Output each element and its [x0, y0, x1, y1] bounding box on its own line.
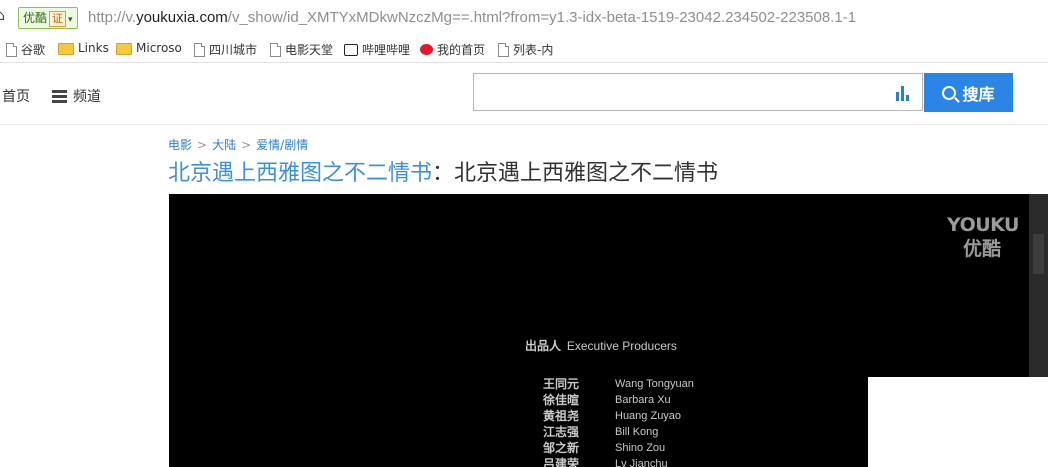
url-field[interactable]: http://v.youkuxia.com/v_show/id_XMTYxMDk… — [88, 9, 856, 26]
search-icon — [942, 85, 957, 100]
credit-name-en: Bill Kong — [615, 426, 659, 438]
credit-name-cn: 黄祖尧 — [543, 409, 580, 423]
bookmark-label: 四川城市 — [209, 43, 258, 57]
url-domain: youkuxia.com — [136, 9, 228, 26]
folder-icon — [116, 43, 132, 55]
page-title: 北京遇上西雅图之不二情书：北京遇上西雅图之不二情书 — [168, 155, 718, 187]
bookmarks-bar: 谷歌 Links Microso 四川城市 电影天堂 哔哩哔哩 我的首页 列表-… — [0, 38, 1048, 63]
chevron-down-icon: ▾ — [68, 15, 73, 25]
credit-name-en: Lv Jianchu — [615, 458, 668, 467]
verified-icon: 证 — [49, 11, 67, 27]
bookmark-microsoft[interactable]: Microso — [116, 41, 182, 55]
bookmark-sichuan[interactable]: 四川城市 — [194, 41, 257, 58]
bookmark-google[interactable]: 谷歌 — [6, 41, 45, 58]
credit-row: 黄祖尧 Huang Zuyao — [543, 408, 694, 424]
breadcrumb: 电影 > 大陆 > 爱情/剧情 — [168, 136, 308, 153]
credit-row: 邹之新 Shino Zou — [543, 440, 694, 456]
nav-channel-label: 频道 — [73, 89, 101, 105]
credit-name-cn: 徐佳暄 — [543, 393, 580, 407]
bookmark-label: Links — [78, 41, 109, 55]
chevron-right-icon: > — [197, 137, 208, 152]
search-button-label: 搜库 — [962, 84, 995, 104]
logo-text-en: YOUKU — [947, 214, 1019, 236]
site-badge-label: 优酷 — [23, 11, 48, 25]
title-separator: ： — [432, 161, 455, 186]
url-prefix: http://v. — [88, 9, 137, 26]
bookmark-label: Microso — [136, 41, 182, 55]
bookmark-label: 电影天堂 — [285, 43, 334, 57]
page-icon — [270, 42, 281, 57]
scrollbar-thumb[interactable] — [1033, 234, 1044, 274]
nav-home-link[interactable]: 首页 — [2, 86, 30, 106]
credit-name-en: Barbara Xu — [615, 394, 671, 406]
search-box — [473, 73, 923, 111]
page-icon — [6, 42, 17, 57]
bookmark-weibo[interactable]: 我的首页 — [420, 41, 485, 58]
bookmark-links[interactable]: Links — [58, 41, 109, 55]
credit-row: 江志强 Bill Kong — [543, 424, 694, 440]
credit-name-en: Shino Zou — [615, 442, 666, 454]
bookmark-label: 我的首页 — [437, 43, 486, 57]
credits-heading-en: Executive Producers — [566, 339, 677, 353]
bookmark-list[interactable]: 列表-内 — [498, 41, 553, 58]
search-input[interactable] — [480, 75, 884, 111]
chevron-right-icon: > — [241, 137, 252, 152]
credits-heading: 出品人 Executive Producers — [525, 337, 694, 354]
address-bar: ⌂ 优酷证 ▾ http://v.youkuxia.com/v_show/id_X… — [0, 0, 1048, 36]
credit-name-en: Wang Tongyuan — [615, 378, 694, 390]
credit-name-cn: 邹之新 — [543, 441, 580, 455]
credit-name-cn: 王同元 — [543, 377, 580, 391]
credit-name-en: Huang Zuyao — [615, 410, 682, 422]
logo-text-cn: 优酷 — [962, 238, 1001, 260]
weibo-icon — [420, 44, 433, 55]
credits-heading-cn: 出品人 — [525, 339, 562, 353]
credit-name-cn: 吕建荣 — [543, 457, 580, 467]
blank-overlay — [868, 377, 1048, 467]
nav-channel-link[interactable]: 频道 — [52, 86, 101, 106]
site-nav: 首页 频道 搜库 — [0, 64, 1048, 125]
bookmark-dytt[interactable]: 电影天堂 — [270, 41, 333, 58]
breadcrumb-item[interactable]: 爱情/剧情 — [256, 136, 308, 153]
credit-row: 吕建荣 Lv Jianchu — [543, 456, 694, 467]
youku-logo: YOUKU 优酷 — [947, 214, 1019, 261]
bookmark-label: 哔哩哔哩 — [362, 43, 411, 57]
page-icon — [194, 42, 205, 57]
folder-icon — [58, 43, 74, 55]
search-button[interactable]: 搜库 — [924, 73, 1013, 112]
credit-row: 王同元 Wang Tongyuan — [543, 376, 694, 392]
credit-name-cn: 江志强 — [543, 425, 580, 439]
episode-title: 北京遇上西雅图之不二情书 — [454, 161, 719, 186]
credit-row: 徐佳暄 Barbara Xu — [543, 392, 694, 408]
bookmark-label: 列表-内 — [513, 43, 554, 57]
bookmark-bilibili[interactable]: 哔哩哔哩 — [344, 41, 410, 58]
url-path: /v_show/id_XMTYxMDkwNzczMg==.html?from=y… — [227, 9, 857, 26]
breadcrumb-item[interactable]: 电影 — [168, 136, 192, 153]
menu-icon — [52, 89, 67, 103]
site-badge[interactable]: 优酷证 ▾ — [18, 7, 78, 29]
home-icon[interactable]: ⌂ — [0, 8, 5, 24]
bookmark-label: 谷歌 — [21, 43, 46, 57]
show-title-link[interactable]: 北京遇上西雅图之不二情书 — [168, 161, 432, 186]
video-side-scrollbar[interactable] — [1029, 194, 1048, 377]
page-icon — [498, 42, 509, 57]
voice-search-icon[interactable] — [896, 85, 912, 101]
bilibili-tv-icon — [344, 43, 358, 56]
breadcrumb-item[interactable]: 大陆 — [212, 136, 236, 153]
video-credits: 出品人 Executive Producers 王同元 Wang Tongyuan… — [525, 337, 694, 467]
